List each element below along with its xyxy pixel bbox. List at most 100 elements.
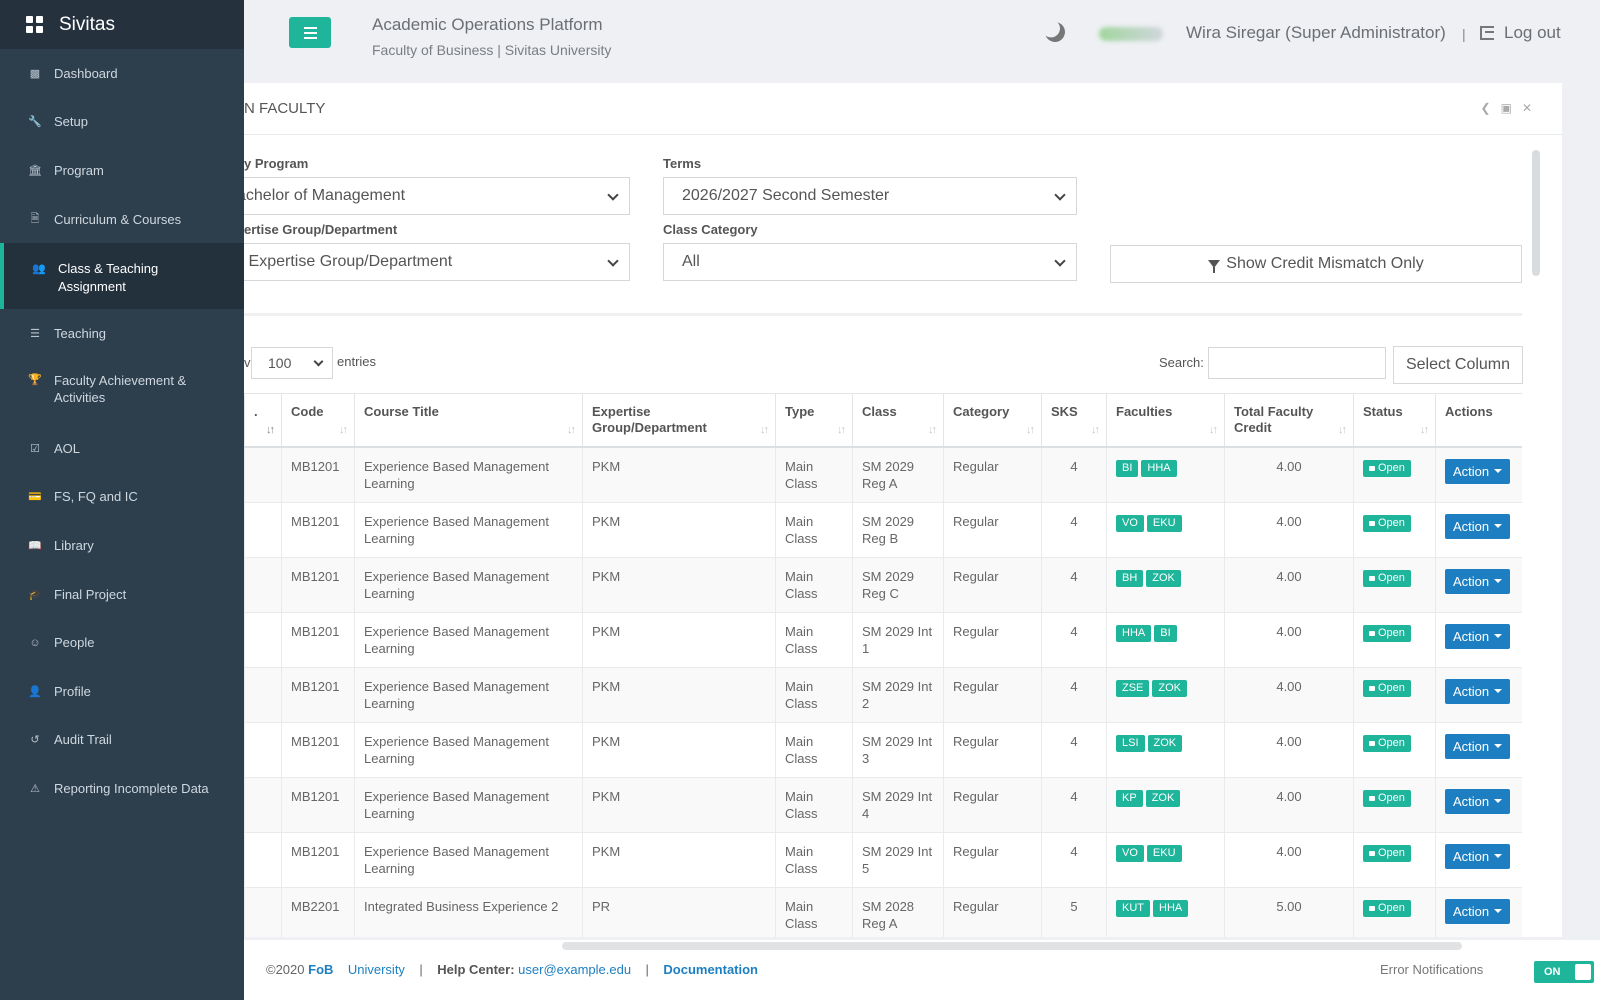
sidebar-item-final-project[interactable]: 🎓 Final Project bbox=[0, 570, 244, 619]
panel-title: N FACULTY bbox=[244, 100, 326, 117]
sidebar-item-label: Dashboard bbox=[54, 65, 118, 81]
sidebar-item-program[interactable]: 🏛 Program bbox=[0, 146, 244, 195]
faculties-cell: VO EKU bbox=[1106, 501, 1225, 558]
sks-cell: 4 bbox=[1041, 446, 1107, 503]
unlock-icon bbox=[1369, 905, 1375, 911]
action-dropdown-button[interactable]: Action bbox=[1445, 898, 1511, 924]
column-header[interactable]: Category ↓↑ bbox=[943, 393, 1042, 448]
footer-separator: | bbox=[419, 962, 423, 977]
horizontal-scrollbar[interactable] bbox=[562, 942, 1462, 950]
status-label: Open bbox=[1378, 846, 1405, 859]
column-header[interactable]: Total Faculty Credit ↓↑ bbox=[1224, 393, 1354, 448]
column-header[interactable]: Class ↓↑ bbox=[852, 393, 944, 448]
status-badge: Open bbox=[1363, 569, 1411, 587]
category-cell: Regular bbox=[943, 831, 1042, 888]
terms-select[interactable]: 2026/2027 Second Semester bbox=[663, 177, 1077, 215]
row-index-cell bbox=[244, 776, 282, 833]
course-title-cell: Experience Based Management Learning bbox=[354, 501, 583, 558]
action-dropdown-button[interactable]: Action bbox=[1445, 623, 1511, 649]
code-cell: MB1201 bbox=[281, 556, 355, 613]
sidebar-item-setup[interactable]: 🔧 Setup bbox=[0, 98, 244, 147]
page-length-select[interactable]: 100 bbox=[251, 347, 333, 379]
caret-down-icon bbox=[1494, 744, 1503, 748]
sidebar-item-dashboard[interactable]: ▩ Dashboard bbox=[0, 49, 244, 98]
university-link[interactable]: University bbox=[348, 962, 405, 977]
column-header[interactable]: Faculties ↓↑ bbox=[1106, 393, 1225, 448]
action-dropdown-button[interactable]: Action bbox=[1445, 458, 1511, 484]
expertise-group-cell: PKM bbox=[582, 831, 776, 888]
column-header[interactable]: Course Title ↓↑ bbox=[354, 393, 583, 448]
sidebar-item-faculty-achievement-activities[interactable]: 🏆 Faculty Achievement & Activities bbox=[0, 358, 244, 424]
sidebar-item-people[interactable]: ☺ People bbox=[0, 618, 244, 667]
column-header[interactable]: . ↓↑ bbox=[244, 393, 282, 448]
column-header-label: SKS bbox=[1051, 404, 1078, 419]
sidebar-item-aol[interactable]: ☑ AOL bbox=[0, 424, 244, 473]
status-badge: Open bbox=[1363, 514, 1411, 532]
action-dropdown-button[interactable]: Action bbox=[1445, 678, 1511, 704]
column-header[interactable]: Status ↓↑ bbox=[1353, 393, 1436, 448]
sidebar-item-reporting-incomplete-data[interactable]: ⚠ Reporting Incomplete Data bbox=[0, 764, 244, 813]
sidebar-item-audit-trail[interactable]: ↺ Audit Trail bbox=[0, 716, 244, 765]
collapse-chevron-icon[interactable]: ❮ bbox=[1481, 101, 1491, 115]
table-row: MB1201 Experience Based Management Learni… bbox=[244, 831, 1522, 888]
help-email-link[interactable]: user@example.edu bbox=[518, 962, 631, 977]
faculty-badge: ZSE bbox=[1116, 679, 1150, 697]
dark-mode-moon-icon[interactable] bbox=[1042, 19, 1068, 45]
unlock-icon bbox=[1369, 575, 1375, 581]
show-credit-mismatch-button[interactable]: Show Credit Mismatch Only bbox=[1110, 245, 1522, 283]
type-cell: Main Class bbox=[775, 776, 853, 833]
status-label: Open bbox=[1378, 516, 1405, 529]
sort-arrows-icon: ↓↑ bbox=[1091, 423, 1100, 436]
sidebar-item-library[interactable]: 📖 Library bbox=[0, 521, 244, 570]
sidebar: Sivitas ▩ Dashboard 🔧 Setup 🏛 Program 🗎 Curricu… bbox=[0, 0, 244, 1000]
sidebar-item-profile[interactable]: 👤 Profile bbox=[0, 667, 244, 716]
fob-link[interactable]: FoB bbox=[308, 962, 333, 977]
table-row: MB1201 Experience Based Management Learni… bbox=[244, 776, 1522, 833]
column-header[interactable]: Code ↓↑ bbox=[281, 393, 355, 448]
search-input[interactable] bbox=[1208, 347, 1386, 379]
expertise-select[interactable]: ll Expertise Group/Department bbox=[236, 243, 630, 281]
close-icon[interactable]: ✕ bbox=[1522, 101, 1532, 115]
id-card-icon: 💳 bbox=[28, 491, 42, 504]
wrench-icon: 🔧 bbox=[28, 116, 42, 129]
warning-icon: ⚠ bbox=[30, 782, 40, 795]
sidebar-item-class-teaching-assignment[interactable]: 👥 Class & Teaching Assignment bbox=[0, 243, 244, 310]
faculties-cell: VO EKU bbox=[1106, 831, 1225, 888]
brand[interactable]: Sivitas bbox=[0, 0, 244, 49]
row-index-cell bbox=[244, 446, 282, 503]
filters-area: y Program achelor of Management Terms 20… bbox=[236, 135, 1562, 375]
sidebar-item-label: Class & Teaching Assignment bbox=[58, 261, 159, 295]
action-label: Action bbox=[1453, 628, 1490, 644]
type-cell: Main Class bbox=[775, 446, 853, 503]
column-header[interactable]: SKS ↓↑ bbox=[1041, 393, 1107, 448]
column-header-label: Course Title bbox=[364, 404, 439, 419]
error-notifications-toggle[interactable]: ON bbox=[1534, 961, 1594, 983]
action-dropdown-button[interactable]: Action bbox=[1445, 568, 1511, 594]
action-dropdown-button[interactable]: Action bbox=[1445, 843, 1511, 869]
column-header[interactable]: Type ↓↑ bbox=[775, 393, 853, 448]
action-dropdown-button[interactable]: Action bbox=[1445, 788, 1511, 814]
vertical-scrollbar[interactable] bbox=[1532, 150, 1540, 276]
sidebar-item-fs-fq-and-ic[interactable]: 💳 FS, FQ and IC bbox=[0, 473, 244, 522]
table-row: MB1201 Experience Based Management Learni… bbox=[244, 721, 1522, 778]
total-credit-cell: 4.00 bbox=[1224, 831, 1354, 888]
logout-link[interactable]: Log out bbox=[1480, 23, 1561, 43]
chevron-down-icon bbox=[1054, 189, 1066, 201]
menu-toggle-button[interactable] bbox=[289, 17, 331, 48]
sidebar-item-teaching[interactable]: ☰ Teaching bbox=[0, 309, 244, 358]
chevron-down-icon bbox=[1054, 255, 1066, 267]
action-dropdown-button[interactable]: Action bbox=[1445, 733, 1511, 759]
class-category-select[interactable]: All bbox=[663, 243, 1077, 281]
user-name[interactable]: Wira Siregar (Super Administrator) bbox=[1186, 23, 1446, 43]
action-dropdown-button[interactable]: Action bbox=[1445, 513, 1511, 539]
sidebar-item-curriculum-courses[interactable]: 🗎 Curriculum & Courses bbox=[0, 195, 244, 244]
footer-text: ©2020 FoB University | Help Center: user… bbox=[266, 962, 758, 977]
maximize-icon[interactable]: ▣ bbox=[1501, 101, 1512, 115]
documentation-link[interactable]: Documentation bbox=[663, 962, 758, 977]
column-header[interactable]: Expertise Group/Department ↓↑ bbox=[582, 393, 776, 448]
status-cell: Open bbox=[1353, 831, 1436, 888]
program-select[interactable]: achelor of Management bbox=[236, 177, 630, 215]
select-column-button[interactable]: Select Column bbox=[1393, 346, 1523, 384]
sort-arrows-icon: ↓↑ bbox=[1420, 423, 1429, 436]
column-header-label: Total Faculty Credit bbox=[1234, 404, 1314, 435]
